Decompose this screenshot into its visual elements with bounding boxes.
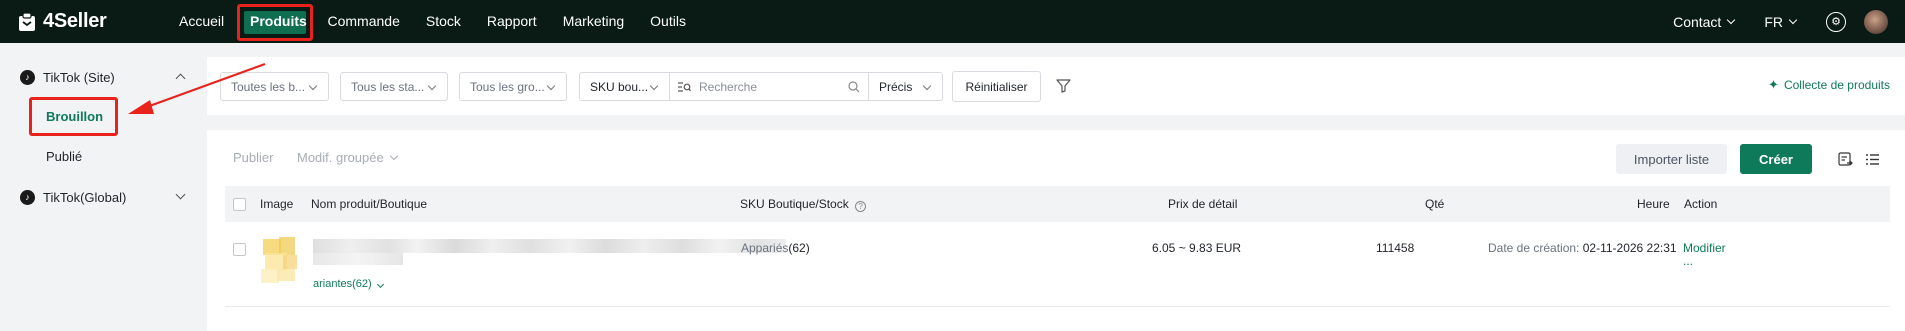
col-time: Heure	[1637, 197, 1670, 211]
language-menu[interactable]: FR	[1764, 13, 1798, 30]
filter-panel: Toutes les b... Tous les sta... Tous les…	[207, 57, 1905, 115]
search-filter-icon	[678, 82, 691, 92]
status-select[interactable]: Tous les sta...	[340, 72, 448, 101]
avatar[interactable]	[1864, 9, 1888, 34]
collect-products-link[interactable]: ✦ Collecte de produits	[1768, 77, 1890, 93]
language-label: FR	[1764, 13, 1783, 30]
nav-outils[interactable]: Outils	[637, 0, 699, 43]
sidebar: ♪ TikTok (Site) Brouillon Publié ♪ TikTo…	[0, 43, 198, 331]
search-placeholder: Recherche	[699, 79, 758, 94]
sidebar-group-label: TikTok(Global)	[43, 189, 127, 205]
right-nav: Contact FR ⚙	[1673, 0, 1905, 43]
chevron-down-icon	[1788, 15, 1798, 24]
col-qty: Qté	[1425, 197, 1445, 211]
col-sku: SKU Boutique/Stock ?	[740, 186, 867, 222]
price-range: 6.05 ~ 9.83 EUR	[1152, 241, 1242, 255]
nav-commande[interactable]: Commande	[315, 0, 413, 43]
edit-link[interactable]: Modifier	[1683, 241, 1726, 255]
search-icon[interactable]	[848, 81, 860, 93]
store-select[interactable]: Toutes les b...	[220, 72, 329, 101]
sidebar-item-publie[interactable]: Publié	[46, 149, 82, 164]
chevron-down-icon	[175, 189, 186, 200]
sidebar-group-label: TikTok (Site)	[43, 69, 115, 85]
variants-toggle[interactable]: ariantes(62)	[313, 278, 384, 290]
product-name-redacted	[313, 239, 786, 253]
sku-count: (62)	[788, 241, 810, 255]
help-icon[interactable]: ?	[855, 201, 867, 212]
match-mode-value: Précis	[879, 79, 913, 94]
sidebar-group-tiktok-global[interactable]: ♪ TikTok(Global)	[20, 187, 186, 207]
product-thumbnail[interactable]	[261, 233, 305, 283]
bulk-edit-label: Modif. groupée	[297, 150, 384, 165]
contact-label: Contact	[1673, 13, 1722, 30]
nav-produits[interactable]: Produits	[250, 0, 307, 43]
search-input[interactable]: Recherche	[669, 72, 869, 101]
search-field-select[interactable]: SKU bou...	[579, 72, 670, 101]
nav-rapport[interactable]: Rapport	[474, 0, 550, 43]
brouillon-highlight	[29, 97, 118, 136]
col-sku-label: SKU Boutique/Stock	[740, 197, 849, 211]
chevron-down-icon	[308, 81, 318, 91]
sidebar-group-tiktok-site[interactable]: ♪ TikTok (Site)	[20, 67, 186, 87]
filter-icon[interactable]	[1056, 79, 1071, 93]
col-action: Action	[1684, 197, 1718, 211]
chevron-down-icon	[546, 81, 556, 91]
publish-button[interactable]: Publier	[233, 150, 273, 165]
status-select-value: Tous les sta...	[351, 79, 425, 94]
top-bar: 4Seller Accueil Produits Commande Stock …	[0, 0, 1905, 43]
row-checkbox[interactable]	[233, 243, 246, 256]
store-select-value: Toutes les b...	[231, 79, 306, 94]
sku-status-label: Appariés	[741, 241, 789, 255]
group-select[interactable]: Tous les gro...	[459, 72, 567, 101]
collect-products-label: Collecte de produits	[1783, 78, 1890, 92]
quantity: 111458	[1376, 241, 1415, 255]
settings-icon[interactable]: ⚙	[1826, 11, 1846, 32]
row-divider	[225, 306, 1890, 307]
sparkle-icon: ✦	[1768, 77, 1779, 92]
match-mode-select[interactable]: Précis	[868, 72, 943, 101]
chevron-down-icon	[376, 280, 384, 289]
reset-button[interactable]: Réinitialiser	[952, 71, 1041, 102]
tiktok-icon: ♪	[20, 69, 35, 85]
create-button[interactable]: Créer	[1740, 144, 1812, 174]
import-list-button[interactable]: Importer liste	[1616, 144, 1727, 174]
creation-date-label: Date de création:	[1488, 241, 1580, 255]
col-price: Prix de détail	[1168, 197, 1238, 211]
creation-date: Date de création: 02-11-2026 22:31	[1488, 241, 1677, 255]
sku-status: Appariés(62)	[741, 241, 810, 255]
creation-date-value: 02-11-2026 22:31	[1582, 241, 1677, 255]
bulk-edit-menu[interactable]: Modif. groupée	[297, 150, 398, 165]
app-logo[interactable]: 4Seller	[17, 10, 107, 33]
chevron-down-icon	[427, 81, 437, 91]
more-actions[interactable]: ...	[1683, 254, 1693, 268]
chevron-down-icon	[922, 81, 932, 91]
nav-accueil[interactable]: Accueil	[166, 0, 237, 43]
column-settings-icon[interactable]	[1865, 152, 1880, 167]
nav-stock[interactable]: Stock	[413, 0, 474, 43]
chevron-down-icon	[649, 81, 659, 91]
export-icon[interactable]	[1838, 152, 1853, 167]
app-name: 4Seller	[43, 10, 107, 32]
search-field-value: SKU bou...	[590, 79, 649, 94]
col-image: Image	[260, 197, 294, 211]
group-select-value: Tous les gro...	[470, 79, 545, 94]
col-name: Nom produit/Boutique	[311, 197, 428, 211]
logo-icon	[19, 11, 35, 31]
select-all-checkbox[interactable]	[233, 198, 246, 211]
variants-label: ariantes(62)	[313, 278, 372, 290]
store-name-redacted	[313, 253, 403, 265]
product-list-panel: Publier Modif. groupée Importer liste Cr…	[207, 130, 1905, 331]
chevron-up-icon	[175, 73, 186, 84]
chevron-down-icon	[1727, 15, 1736, 24]
contact-menu[interactable]: Contact	[1673, 13, 1736, 30]
nav-marketing[interactable]: Marketing	[550, 0, 637, 43]
tiktok-icon: ♪	[20, 189, 35, 205]
chevron-down-icon	[389, 151, 398, 160]
table-header: Image Nom produit/Boutique SKU Boutique/…	[225, 186, 1890, 222]
